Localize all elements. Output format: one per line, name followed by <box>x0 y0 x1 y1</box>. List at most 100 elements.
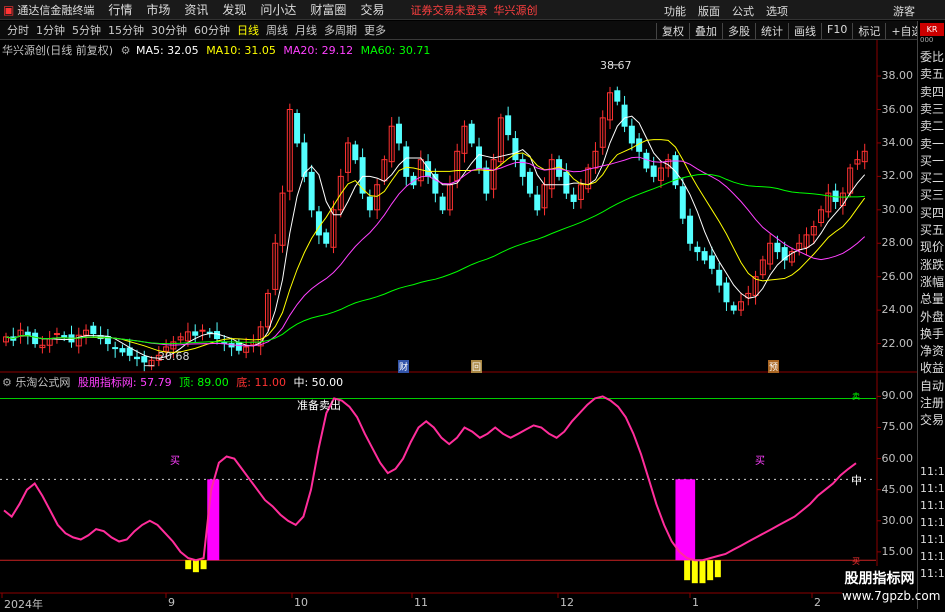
candle-down <box>774 242 781 253</box>
menu-layout[interactable]: 版面 <box>698 3 720 19</box>
tool-multi-stock[interactable]: 多股 <box>722 23 755 39</box>
indicator-tick-label: 45.00 <box>881 482 914 496</box>
period-tab-more[interactable]: 更多 <box>364 22 386 38</box>
login-warning[interactable]: 证券交易未登录 <box>410 2 487 18</box>
candle-up <box>330 209 337 248</box>
price-tick-label: 22.00 <box>881 336 914 350</box>
tool-overlay[interactable]: 叠加 <box>689 23 722 39</box>
order-book-item[interactable]: 买二 <box>920 169 944 186</box>
period-toolbar: 分时 1分钟 5分钟 15分钟 30分钟 60分钟 日线 周线 月线 多周期 更… <box>0 21 945 40</box>
event-marker-icon[interactable]: 预 <box>768 360 780 373</box>
candle-up <box>3 336 9 343</box>
candle-down <box>228 343 235 348</box>
order-book-item[interactable]: 净资 <box>920 342 944 359</box>
tool-f10[interactable]: F10 <box>821 23 852 39</box>
buy-signal-label: 买 <box>755 456 765 467</box>
order-book-item[interactable]: 外盘 <box>920 308 944 325</box>
period-tab[interactable]: 多周期 <box>324 22 357 38</box>
order-book-item[interactable]: 买一 <box>920 152 944 169</box>
period-tab[interactable]: 30分钟 <box>151 22 187 38</box>
guest-user[interactable]: 游客 <box>893 3 915 19</box>
settings-icon[interactable]: ⚙ <box>2 376 12 389</box>
order-book-item[interactable]: 卖一 <box>920 135 944 152</box>
order-book-item[interactable]: 委比 <box>920 48 944 65</box>
tool-mark[interactable]: 标记 <box>852 23 885 39</box>
chart-area[interactable] <box>0 0 945 609</box>
stock-code-badge[interactable]: KR <box>920 23 944 36</box>
period-tab[interactable]: 月线 <box>295 22 317 38</box>
watermark: 股朋指标网 www.7gpzb.com <box>842 566 940 609</box>
event-marker-icon[interactable]: 财 <box>398 360 410 373</box>
order-book-item[interactable]: 卖三 <box>920 100 944 117</box>
menu-market-quotes[interactable]: 行情 <box>108 1 132 18</box>
menu-news[interactable]: 资讯 <box>184 1 208 18</box>
menu-function[interactable]: 功能 <box>664 3 686 19</box>
order-book-item[interactable]: 现价 <box>920 238 944 255</box>
candle-up <box>337 175 344 211</box>
candle-up <box>381 159 388 182</box>
menu-discover[interactable]: 发现 <box>222 1 246 18</box>
order-book-item[interactable]: 卖五 <box>920 65 944 82</box>
candle-down <box>359 157 366 194</box>
order-book-item[interactable]: 换手 <box>920 325 944 342</box>
candle-down <box>10 336 17 341</box>
sell-signal-label: 准备卖出 <box>297 399 341 412</box>
menu-ask[interactable]: 问小达 <box>260 1 296 18</box>
indicator-name[interactable]: 乐淘公式网 <box>15 376 70 389</box>
candle-down <box>410 175 417 186</box>
order-book-item[interactable]: 自动 <box>920 377 944 394</box>
order-book-item[interactable]: 卖四 <box>920 83 944 100</box>
settings-icon[interactable]: ⚙ <box>121 44 131 57</box>
price-tick-label: 38.00 <box>881 69 914 83</box>
order-book-item[interactable]: 收益 <box>920 359 944 376</box>
menu-wealth[interactable]: 财富圈 <box>310 1 346 18</box>
candle-down <box>832 190 839 202</box>
period-tab[interactable]: 分时 <box>7 22 29 38</box>
menu-market[interactable]: 市场 <box>146 1 170 18</box>
indicator-line <box>3 395 857 562</box>
period-tab[interactable]: 15分钟 <box>108 22 144 38</box>
indicator-tick-label: 60.00 <box>881 451 914 465</box>
indicator-value: 股朋指标网: 57.79 <box>77 376 172 389</box>
event-marker-icon[interactable]: 回 <box>471 360 483 373</box>
candle-up <box>607 92 614 121</box>
period-tab[interactable]: 60分钟 <box>194 22 230 38</box>
candle-down <box>366 196 373 211</box>
bottom-zone-bar <box>699 560 706 584</box>
time-tick-label: 11 <box>414 596 428 609</box>
candle-up <box>454 150 461 182</box>
candle-down <box>512 138 519 161</box>
price-tick-label: 26.00 <box>881 269 914 283</box>
order-book-item[interactable]: 买三 <box>920 186 944 203</box>
order-book-item[interactable]: 注册 <box>920 394 944 411</box>
menu-trade[interactable]: 交易 <box>360 1 384 18</box>
menu-formula[interactable]: 公式 <box>732 3 754 19</box>
time-tick-label: 10 <box>294 596 308 609</box>
candle-down <box>621 104 628 127</box>
period-tab-daily[interactable]: 日线 <box>237 22 259 38</box>
candle-up <box>184 331 191 342</box>
low-price-label: 20.68 <box>158 350 190 363</box>
buy-signal-bar <box>207 479 220 561</box>
security-chart-name[interactable]: 华兴源创(日线 前复权) <box>2 44 113 57</box>
menu-options[interactable]: 选项 <box>766 3 788 19</box>
candle-down <box>90 325 97 335</box>
candle-down <box>556 159 563 177</box>
order-book-item[interactable]: 买四 <box>920 204 944 221</box>
order-book-item[interactable]: 卖二 <box>920 117 944 134</box>
period-tab[interactable]: 1分钟 <box>36 22 65 38</box>
order-book-item[interactable]: 涨跌 <box>920 256 944 273</box>
trade-time: 11:14 <box>920 550 945 563</box>
order-book-item[interactable]: 涨幅 <box>920 273 944 290</box>
candle-down <box>628 125 635 144</box>
period-tab[interactable]: 5分钟 <box>72 22 101 38</box>
tool-restore-rights[interactable]: 复权 <box>656 23 689 39</box>
period-tab[interactable]: 周线 <box>266 22 288 38</box>
order-book-item[interactable]: 买五 <box>920 221 944 238</box>
candle-down <box>32 332 39 345</box>
tool-draw-line[interactable]: 画线 <box>788 23 821 39</box>
tool-statistics[interactable]: 统计 <box>755 23 788 39</box>
order-book-item[interactable]: 交易 <box>920 411 944 428</box>
order-book-item[interactable]: 总量 <box>920 290 944 307</box>
bottom-zone-bar <box>707 560 714 581</box>
